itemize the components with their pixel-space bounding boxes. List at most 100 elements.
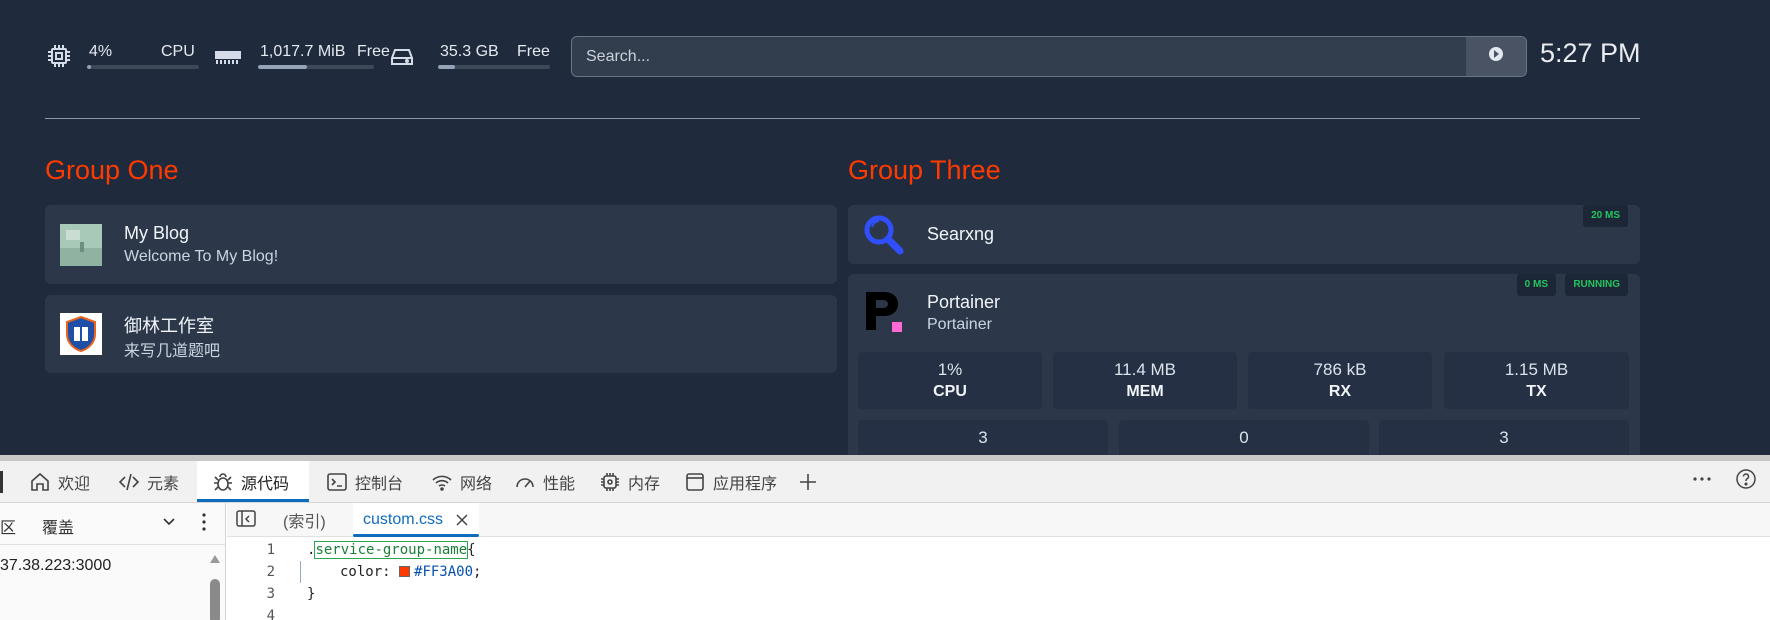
- search-engine-button[interactable]: [1466, 37, 1526, 76]
- cpu-label: CPU: [161, 43, 195, 60]
- stat-label: TX: [1526, 383, 1547, 400]
- disk-widget: 35.3 GB Free: [388, 34, 558, 78]
- tab-performance[interactable]: 性能: [513, 461, 575, 502]
- scroll-thumb[interactable]: [210, 579, 220, 620]
- service-card-portainer[interactable]: Portainer Portainer 0 MS RUNNING 1% CPU …: [848, 274, 1640, 455]
- stat-label: RX: [1328, 383, 1352, 400]
- color-swatch[interactable]: [399, 566, 411, 577]
- console-icon: [325, 470, 349, 494]
- tab-label: custom.css: [363, 511, 444, 528]
- tab-label: 性能: [543, 475, 576, 493]
- toggle-navigator-icon[interactable]: [236, 510, 256, 533]
- service-description: 来写几道题吧: [124, 343, 221, 360]
- kebab-menu-icon[interactable]: [196, 511, 212, 538]
- stat-value: 1.15 MB: [1504, 360, 1569, 379]
- disk-value: 35.3 GB: [440, 43, 499, 60]
- devtools-tab-bar: 欢迎 元素 源代码 控制台 网络 性能 内存 应用程序: [0, 455, 1770, 503]
- top-bar: 4% CPU 1,017.7 MiB Free 35.3 GB Free Sea…: [45, 34, 1641, 78]
- stat-value: 0: [1239, 428, 1249, 447]
- memory-widget: 1,017.7 MiB Free: [213, 34, 390, 78]
- code-line-1: .service-group-name{: [307, 541, 476, 559]
- group-title: Group One: [45, 155, 179, 185]
- add-tab-button[interactable]: [796, 461, 826, 502]
- search-input[interactable]: [572, 37, 1462, 76]
- chevron-down-icon[interactable]: [161, 513, 177, 534]
- cpu-value: 4%: [89, 43, 113, 60]
- code-area[interactable]: 1 2 3 4 .service-group-name{ color: #FF3…: [227, 537, 1770, 620]
- chip-icon: [598, 470, 622, 494]
- portainer-logo-icon: [864, 290, 906, 332]
- tab-workspace[interactable]: 区: [0, 514, 16, 538]
- memory-icon: [213, 42, 243, 70]
- css-selector: service-group-name: [314, 541, 469, 559]
- stat-value: 3: [978, 428, 988, 447]
- tab-label: 欢迎: [58, 475, 91, 493]
- service-name: Portainer: [927, 292, 1001, 312]
- service-card-yulin-studio[interactable]: 御林工作室 来写几道题吧: [45, 295, 837, 373]
- devtools-panel: 欢迎 元素 源代码 控制台 网络 性能 内存 应用程序 区 覆盖 37.38.2…: [0, 455, 1770, 620]
- more-icon: [1690, 467, 1714, 496]
- wifi-icon: [430, 470, 454, 494]
- help-button[interactable]: [1734, 461, 1764, 502]
- service-description: Welcome To My Blog!: [124, 248, 279, 265]
- stat-rx: 786 kB RX: [1248, 352, 1432, 409]
- css-property: color: [340, 564, 383, 580]
- tab-label: 内存: [628, 475, 661, 493]
- navigator-panel: 区 覆盖 37.38.223:3000: [0, 503, 226, 620]
- service-card-my-blog[interactable]: My Blog Welcome To My Blog!: [45, 205, 837, 284]
- stat-row2-item: 3: [1379, 420, 1629, 455]
- gauge-icon: [513, 470, 537, 494]
- tab-console[interactable]: 控制台: [325, 461, 403, 502]
- tab-label: 源代码: [241, 475, 290, 493]
- group-title: Group Three: [848, 155, 1001, 185]
- stat-mem: 11.4 MB MEM: [1053, 352, 1237, 409]
- editor-tab-index[interactable]: (索引): [275, 503, 334, 537]
- line-number: 3: [266, 586, 275, 602]
- service-card-searxng[interactable]: Searxng 20 MS: [848, 205, 1640, 264]
- cpu-widget: 4% CPU: [45, 34, 199, 78]
- homepage: 4% CPU 1,017.7 MiB Free 35.3 GB Free Sea…: [0, 0, 1770, 455]
- memory-usage-bar: [258, 65, 374, 69]
- panel-edge: [0, 471, 3, 493]
- service-name: Searxng: [927, 224, 995, 244]
- stat-tx: 1.15 MB TX: [1444, 352, 1629, 409]
- tab-label: 元素: [147, 475, 180, 493]
- indent-guide: [300, 561, 301, 583]
- more-tools-button[interactable]: [1690, 461, 1726, 502]
- line-number: 1: [266, 542, 275, 558]
- scroll-up-icon[interactable]: [209, 551, 221, 569]
- tab-label: 网络: [460, 475, 493, 493]
- window-icon: [683, 470, 707, 494]
- tab-overrides[interactable]: 覆盖: [42, 514, 74, 538]
- tree-item-host[interactable]: 37.38.223:3000: [0, 557, 111, 575]
- line-number: 4: [266, 608, 275, 620]
- tab-application[interactable]: 应用程序: [683, 461, 777, 502]
- stat-value: 1%: [937, 360, 963, 379]
- stat-row2-item: 0: [1119, 420, 1369, 455]
- tab-welcome[interactable]: 欢迎: [28, 461, 90, 502]
- disk-label: Free: [517, 43, 550, 60]
- tab-label: 应用程序: [713, 475, 778, 493]
- status-badge: RUNNING: [1565, 274, 1628, 296]
- disk-usage-bar: [438, 65, 550, 69]
- tab-network[interactable]: 网络: [430, 461, 492, 502]
- search-engine-icon: [1488, 46, 1504, 67]
- ping-badge: 0 MS: [1516, 274, 1556, 296]
- disk-icon: [388, 42, 416, 70]
- editor-tab-bar: (索引) custom.css: [227, 503, 1770, 537]
- tab-memory[interactable]: 内存: [598, 461, 660, 502]
- editor-tab-custom-css[interactable]: custom.css: [353, 503, 480, 537]
- close-icon[interactable]: [455, 513, 469, 527]
- stat-value: 3: [1499, 428, 1509, 447]
- code-icon: [117, 470, 141, 494]
- stat-value: 11.4 MB: [1113, 360, 1177, 379]
- stat-cpu: 1% CPU: [858, 352, 1042, 409]
- cpu-usage-bar: [87, 65, 199, 69]
- tab-sources[interactable]: 源代码: [197, 461, 309, 502]
- tab-elements[interactable]: 元素: [117, 461, 179, 502]
- code-line-3: }: [307, 586, 316, 602]
- navigator-tabs: 区 覆盖: [0, 503, 226, 545]
- service-name: 御林工作室: [124, 316, 214, 336]
- navigator-scrollbar[interactable]: [208, 545, 222, 620]
- my-blog-thumbnail: [60, 224, 102, 266]
